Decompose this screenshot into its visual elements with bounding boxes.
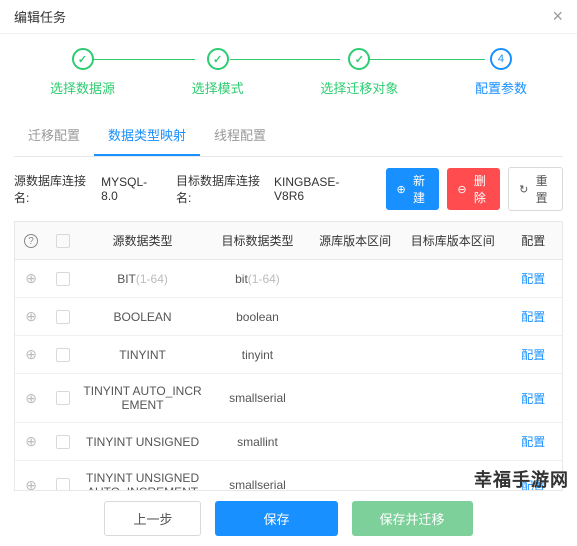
step-label: 配置参数 (475, 78, 527, 97)
cell-src-type: TINYINT AUTO_INCREMENT (79, 374, 205, 423)
button-label: 新建 (409, 172, 430, 206)
tab-thread-config[interactable]: 线程配置 (200, 115, 280, 156)
check-icon (348, 48, 370, 70)
drag-handle-icon[interactable]: ⊕ (25, 270, 37, 286)
drag-handle-icon[interactable]: ⊕ (25, 477, 37, 492)
cell-tgt-type: smallserial (206, 374, 309, 423)
cell-src-type: TINYINT (79, 336, 205, 374)
config-link[interactable]: 配置 (521, 272, 545, 286)
step-number-icon: 4 (490, 48, 512, 70)
cell-src-ver (309, 336, 401, 374)
cell-src-type: BOOLEAN (79, 298, 205, 336)
watermark: 幸福手游网 (474, 466, 569, 492)
table-row: ⊕ BOOLEANboolean 配置 (15, 298, 562, 336)
check-icon (207, 48, 229, 70)
table-row: ⊕ TINYINT AUTO_INCREMENTsmallserial 配置 (15, 374, 562, 423)
cell-src-type: BIT(1-64) (79, 260, 205, 298)
tabs: 迁移配置 数据类型映射 线程配置 (14, 115, 563, 157)
tab-migrate-config[interactable]: 迁移配置 (14, 115, 94, 156)
row-checkbox[interactable] (56, 391, 70, 405)
tgt-conn-label: 目标数据库连接名: (176, 172, 266, 206)
cell-tgt-ver (401, 298, 504, 336)
delete-button[interactable]: ⊖ 删除 (447, 168, 500, 210)
cell-tgt-type: boolean (206, 298, 309, 336)
cell-src-ver (309, 423, 401, 461)
modal-title: 编辑任务 (14, 7, 66, 26)
src-conn-label: 源数据库连接名: (14, 172, 93, 206)
cell-tgt-ver (401, 336, 504, 374)
config-link[interactable]: 配置 (521, 392, 545, 406)
drag-handle-icon[interactable]: ⊕ (25, 390, 37, 406)
plus-icon: ⊕ (396, 183, 405, 196)
minus-icon: ⊖ (457, 183, 466, 196)
col-tgt-ver: 目标库版本区间 (401, 222, 504, 260)
step-1[interactable]: 选择数据源 (50, 48, 115, 97)
row-checkbox[interactable] (56, 435, 70, 449)
config-link[interactable]: 配置 (521, 348, 545, 362)
table-row: ⊕ BIT(1-64)bit(1-64) 配置 (15, 260, 562, 298)
footer: 上一步 保存 保存并迁移 (0, 491, 577, 546)
drag-handle-icon[interactable]: ⊕ (25, 346, 37, 362)
drag-handle-icon[interactable]: ⊕ (25, 433, 37, 449)
button-label: 删除 (470, 172, 491, 206)
step-label: 选择数据源 (50, 78, 115, 97)
cell-tgt-ver (401, 374, 504, 423)
col-src-type: 源数据类型 (79, 222, 205, 260)
reset-icon: ↻ (519, 183, 528, 196)
select-all-checkbox[interactable] (56, 234, 70, 248)
save-migrate-button[interactable]: 保存并迁移 (352, 501, 473, 536)
save-button[interactable]: 保存 (215, 501, 337, 536)
step-3[interactable]: 选择迁移对象 (320, 48, 398, 97)
prev-button[interactable]: 上一步 (104, 501, 201, 536)
table-row: ⊕ TINYINT UNSIGNEDsmallint 配置 (15, 423, 562, 461)
stepper: 选择数据源 选择模式 选择迁移对象 4 配置参数 (0, 34, 577, 105)
step-label: 选择模式 (192, 78, 244, 97)
tgt-conn-name: KINGBASE-V8R6 (274, 175, 360, 203)
cell-src-type: TINYINT UNSIGNED (79, 423, 205, 461)
check-icon (72, 48, 94, 70)
cell-tgt-ver (401, 260, 504, 298)
row-checkbox[interactable] (56, 348, 70, 362)
row-checkbox[interactable] (56, 478, 70, 491)
cell-src-ver (309, 374, 401, 423)
new-button[interactable]: ⊕ 新建 (386, 168, 439, 210)
config-link[interactable]: 配置 (521, 435, 545, 449)
reset-button[interactable]: ↻重置 (508, 167, 563, 211)
step-2[interactable]: 选择模式 (192, 48, 244, 97)
src-conn-name: MYSQL-8.0 (101, 175, 158, 203)
col-src-ver: 源库版本区间 (309, 222, 401, 260)
row-checkbox[interactable] (56, 272, 70, 286)
step-4[interactable]: 4 配置参数 (475, 48, 527, 97)
table-row: ⊕ TINYINTtinyint 配置 (15, 336, 562, 374)
step-label: 选择迁移对象 (320, 78, 398, 97)
col-op: 配置 (505, 222, 562, 260)
cell-tgt-type: tinyint (206, 336, 309, 374)
button-label: 重置 (531, 172, 552, 206)
config-link[interactable]: 配置 (521, 310, 545, 324)
col-tgt-type: 目标数据类型 (206, 222, 309, 260)
cell-tgt-type: smallint (206, 423, 309, 461)
drag-handle-icon[interactable]: ⊕ (25, 308, 37, 324)
cell-tgt-type: smallserial (206, 461, 309, 492)
cell-src-ver (309, 260, 401, 298)
cell-tgt-ver (401, 423, 504, 461)
cell-src-ver (309, 461, 401, 492)
close-icon[interactable]: × (552, 6, 563, 27)
mapping-table: ? 源数据类型 目标数据类型 源库版本区间 目标库版本区间 配置 ⊕ BIT(1-… (14, 221, 563, 491)
cell-src-ver (309, 298, 401, 336)
cell-src-type: TINYINT UNSIGNED AUTO_INCREMENT (79, 461, 205, 492)
toolbar: 源数据库连接名: MYSQL-8.0 目标数据库连接名: KINGBASE-V8… (0, 157, 577, 221)
tab-type-mapping[interactable]: 数据类型映射 (94, 115, 200, 156)
help-icon[interactable]: ? (24, 234, 38, 248)
cell-tgt-type: bit(1-64) (206, 260, 309, 298)
row-checkbox[interactable] (56, 310, 70, 324)
